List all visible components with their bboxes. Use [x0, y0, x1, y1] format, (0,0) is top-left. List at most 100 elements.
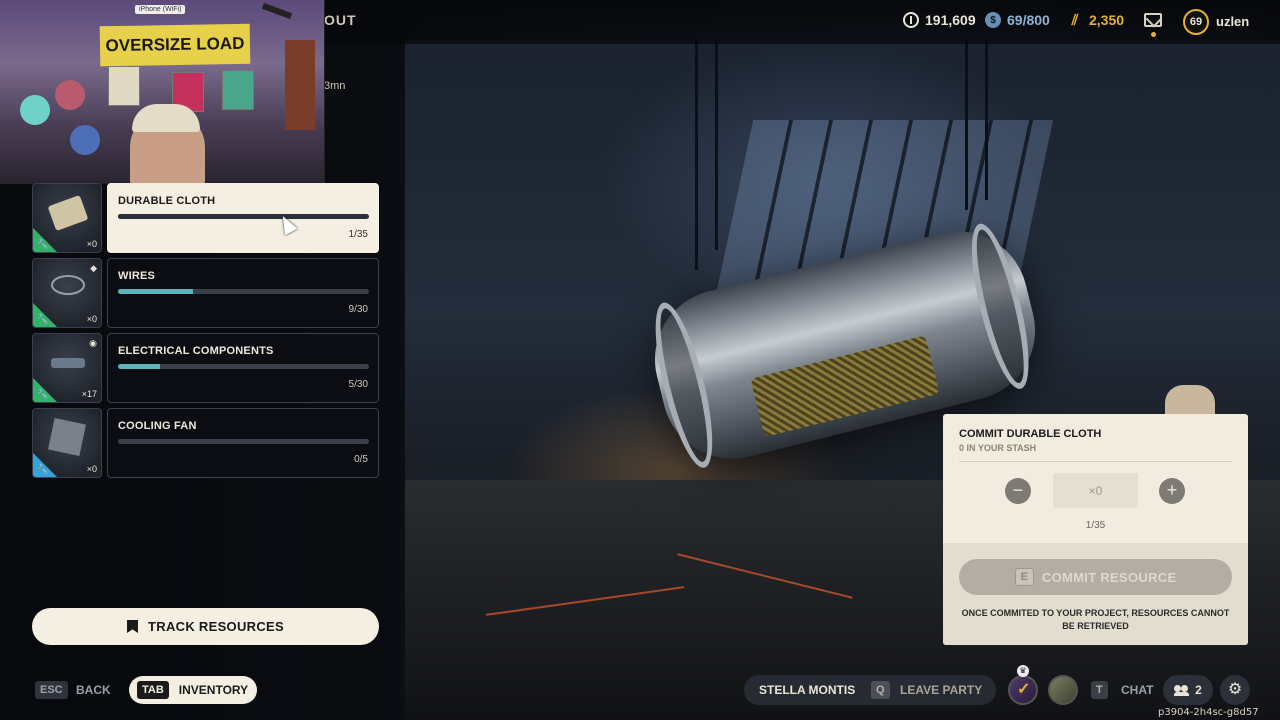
resource-row-wires[interactable]: ◆ 🔧 ×0 WIRES 9/30 — [32, 258, 379, 328]
webcam-overlay: iPhone (WiFi) OVERSIZE LOAD — [0, 0, 325, 184]
commit-panel-title: COMMIT DURABLE CLOTH — [959, 428, 1102, 440]
electrical-components-icon — [51, 358, 85, 368]
currency-coins: 191,609 — [903, 12, 976, 28]
inventory-button[interactable]: TAB INVENTORY — [129, 676, 257, 704]
resource-progress-bar — [118, 439, 369, 444]
stash-count: 0 IN YOUR STASH — [959, 443, 1037, 453]
wires-icon — [51, 275, 85, 295]
resource-name: WIRES — [118, 270, 156, 282]
webcam-device-label: iPhone (WiFi) — [135, 5, 186, 14]
esc-key[interactable]: ESC — [35, 681, 68, 699]
progress-fill — [118, 214, 126, 219]
session-id: p3904-2h4sc-g8d57 — [1158, 707, 1259, 718]
subtitle-fragment: 3mn — [324, 80, 346, 92]
resource-name: ELECTRICAL COMPONENTS — [118, 345, 274, 357]
crane-chain — [985, 40, 988, 200]
coin-icon — [903, 12, 919, 28]
leave-party-button[interactable]: LEAVE PARTY — [900, 683, 982, 697]
resource-progress-text: 0/5 — [354, 454, 368, 465]
cooling-fan-icon — [48, 418, 86, 456]
friends-count: 2 — [1195, 683, 1202, 697]
resource-card[interactable]: DURABLE CLOTH 1/35 — [107, 183, 379, 253]
eye-icon: ◉ — [89, 338, 97, 348]
resource-thumbnail: 🔧 ×0 — [32, 408, 102, 478]
webcam-cap — [132, 104, 200, 132]
mail-icon[interactable] — [1144, 13, 1162, 27]
bookmark-icon — [127, 620, 139, 633]
resource-thumbnail: ◉ 🔧 ×17 — [32, 333, 102, 403]
resource-name: COOLING FAN — [118, 420, 197, 432]
decrease-quantity-button[interactable]: − — [1005, 478, 1031, 504]
gold-icon: ⫽ — [1071, 11, 1079, 29]
webcam-plush — [20, 95, 50, 125]
friends-icon — [1174, 685, 1190, 696]
webcam-plush — [55, 80, 85, 110]
crane-chain — [695, 40, 698, 270]
track-resources-label: TRACK RESOURCES — [148, 619, 284, 634]
q-key[interactable]: Q — [871, 681, 890, 699]
track-resources-button[interactable]: TRACK RESOURCES — [32, 608, 379, 645]
webcam-poster — [222, 70, 254, 110]
credits-icon: $ — [985, 12, 1001, 28]
t-key[interactable]: T — [1091, 681, 1108, 699]
resource-progress-text: 5/30 — [348, 379, 368, 390]
gear-icon[interactable]: ⚙ — [1220, 675, 1250, 705]
gold-value: 2,350 — [1089, 12, 1125, 28]
webcam-door — [285, 40, 315, 130]
increase-quantity-button[interactable]: + — [1159, 478, 1185, 504]
owned-count: ×0 — [86, 314, 97, 324]
webcam-banner: OVERSIZE LOAD — [99, 23, 251, 67]
game-screen: OUT 191,609 $ 69/800 ⫽ 2,350 69 uzlen 3m… — [0, 0, 1280, 720]
cloth-icon — [47, 194, 89, 232]
crane-chain — [715, 40, 718, 250]
party-bar: STELLA MONTIS Q LEAVE PARTY — [744, 675, 996, 705]
currency-credits: $ 69/800 — [985, 12, 1050, 28]
back-button[interactable]: BACK — [76, 683, 111, 697]
commit-panel-footer: E COMMIT RESOURCE ONCE COMMITED TO YOUR … — [943, 543, 1248, 645]
username[interactable]: uzlen — [1216, 14, 1249, 29]
party-name: STELLA MONTIS — [759, 683, 856, 697]
crane-chain — [965, 40, 968, 210]
webcam-plush — [70, 125, 100, 155]
diamond-icon: ◆ — [90, 263, 97, 273]
player-level-badge[interactable]: 69 — [1183, 9, 1209, 35]
wrench-icon: 🔧 — [37, 239, 49, 249]
resource-card[interactable]: ELECTRICAL COMPONENTS 5/30 — [107, 333, 379, 403]
tab-key: TAB — [137, 681, 169, 699]
party-member-avatar[interactable]: ✓ — [1008, 675, 1038, 705]
currency-gold: ⫽ 2,350 — [1067, 11, 1125, 29]
resource-name: DURABLE CLOTH — [118, 195, 216, 207]
resource-progress-text: 1/35 — [348, 229, 368, 240]
resource-row-electrical-components[interactable]: ◉ 🔧 ×17 ELECTRICAL COMPONENTS 5/30 — [32, 333, 379, 403]
webcam-lamp — [261, 3, 293, 19]
commit-resource-button[interactable]: E COMMIT RESOURCE — [959, 559, 1232, 595]
coin-value: 191,609 — [925, 12, 976, 28]
crown-icon: ♛ — [1017, 665, 1029, 677]
pod-ring — [643, 297, 724, 473]
e-key: E — [1014, 568, 1034, 586]
divider — [959, 461, 1232, 462]
resource-row-cooling-fan[interactable]: 🔧 ×0 COOLING FAN 0/5 — [32, 408, 379, 478]
pod-ring — [960, 218, 1041, 394]
inventory-label: INVENTORY — [178, 683, 249, 697]
quantity-field[interactable]: ×0 — [1053, 473, 1138, 508]
resource-row-durable-cloth[interactable]: 🔧 ×0 DURABLE CLOTH 1/35 — [32, 183, 379, 253]
commit-warning-text: ONCE COMMITED TO YOUR PROJECT, RESOURCES… — [961, 608, 1230, 631]
resource-thumbnail: ◆ 🔧 ×0 — [32, 258, 102, 328]
resource-thumbnail: 🔧 ×0 — [32, 183, 102, 253]
commit-resource-label: COMMIT RESOURCE — [1041, 569, 1177, 585]
owned-count: ×0 — [86, 464, 97, 474]
chat-button[interactable]: CHAT — [1121, 683, 1153, 697]
resource-card[interactable]: COOLING FAN 0/5 — [107, 408, 379, 478]
friends-button[interactable]: 2 — [1163, 675, 1213, 705]
notification-dot — [1151, 32, 1156, 37]
commit-resource-panel: COMMIT DURABLE CLOTH 0 IN YOUR STASH − ×… — [943, 414, 1248, 645]
party-member-avatar[interactable] — [1048, 675, 1078, 705]
owned-count: ×0 — [86, 239, 97, 249]
pod-mesh — [750, 335, 940, 438]
ready-check-icon: ✓ — [1017, 681, 1031, 698]
wrench-icon: 🔧 — [37, 464, 49, 474]
resource-card[interactable]: WIRES 9/30 — [107, 258, 379, 328]
resource-progress-text: 9/30 — [348, 304, 368, 315]
credits-value: 69/800 — [1007, 12, 1050, 28]
